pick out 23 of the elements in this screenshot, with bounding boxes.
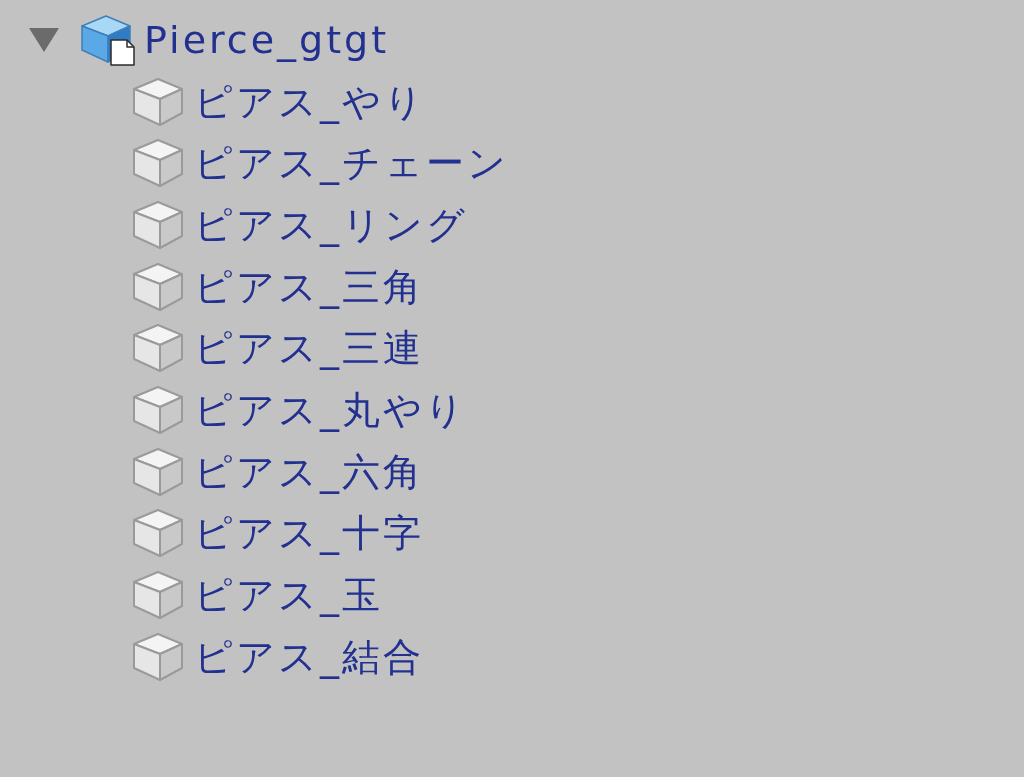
cube-document-icon xyxy=(78,13,136,66)
hierarchy-item[interactable]: ピアス_玉 xyxy=(194,573,383,618)
expand-toggle[interactable] xyxy=(28,26,60,53)
hierarchy-item[interactable]: ピアス_十字 xyxy=(194,511,424,556)
cube-icon xyxy=(130,76,186,127)
cube-icon xyxy=(130,631,186,682)
hierarchy-item[interactable]: ピアス_丸やり xyxy=(194,387,467,432)
cube-icon xyxy=(130,384,186,435)
cube-icon xyxy=(130,199,186,250)
hierarchy-item[interactable]: ピアス_リング xyxy=(194,202,468,247)
hierarchy-item[interactable]: ピアス_結合 xyxy=(194,634,424,679)
cube-icon xyxy=(130,570,186,621)
hierarchy-item[interactable]: ピアス_三連 xyxy=(194,326,424,371)
hierarchy-item[interactable]: ピアス_三角 xyxy=(194,264,424,309)
hierarchy-item[interactable]: ピアス_やり xyxy=(194,79,426,124)
hierarchy-item[interactable]: ピアス_六角 xyxy=(194,449,424,494)
cube-icon xyxy=(130,138,186,189)
cube-icon xyxy=(130,323,186,374)
hierarchy-item[interactable]: Pierce_gtgt xyxy=(144,17,390,62)
cube-icon xyxy=(130,446,186,497)
cube-icon xyxy=(130,508,186,559)
hierarchy-item[interactable]: ピアス_チェーン xyxy=(194,141,509,186)
cube-icon xyxy=(130,261,186,312)
